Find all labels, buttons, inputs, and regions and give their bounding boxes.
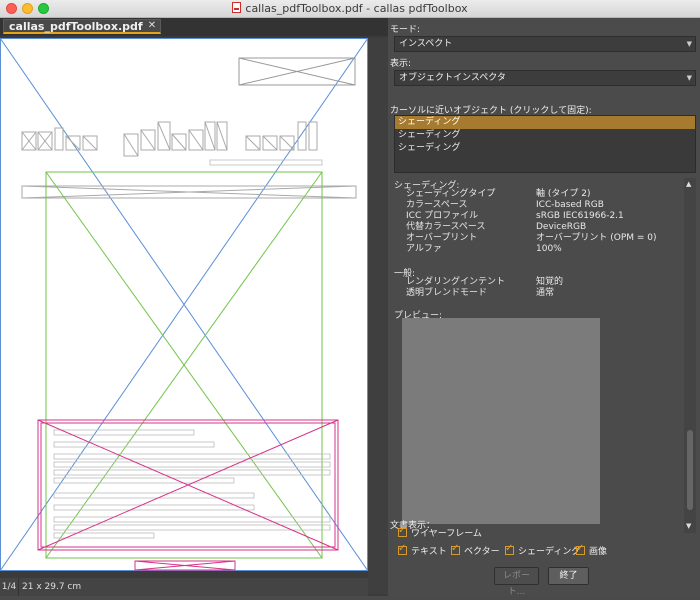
close-inspector-button[interactable]: 終了 [548, 567, 589, 585]
mode-select[interactable]: インスペクト ▼ [394, 36, 696, 52]
scrollbar-thumb[interactable] [687, 430, 693, 510]
shading-preview [402, 318, 600, 524]
property-row: シェーディングタイプ 軸 (タイプ 2) [394, 189, 684, 200]
property-row: カラースペース ICC-based RGB [394, 200, 684, 211]
property-value: ICC-based RGB [536, 200, 604, 210]
heading-glyphs [21, 121, 318, 157]
chevron-down-icon: ▼ [686, 40, 692, 48]
property-value: DeviceRGB [536, 222, 587, 232]
property-value: オーバープリント (OPM = 0) [536, 233, 657, 243]
page-indicator[interactable]: 1/4 [0, 578, 19, 596]
property-row: レンダリングインテント 知覚的 [394, 277, 684, 288]
property-row: 透明ブレンドモード 通常 [394, 288, 684, 299]
display-select-value: オブジェクトインスペクタ [399, 73, 506, 83]
report-button[interactable]: レポート... [494, 567, 539, 597]
magenta-shading-frame [37, 419, 339, 551]
property-key: ICC プロファイル [406, 211, 479, 221]
display-select[interactable]: オブジェクトインスペクタ ▼ [394, 70, 696, 86]
document-statusbar: 1/4 21 x 29.7 cm [0, 578, 368, 596]
vector-checkbox-label: ベクター [464, 547, 500, 557]
subheading-glyphs [21, 185, 357, 199]
document-vertical-scrollbar[interactable] [368, 38, 388, 594]
checkmark-icon [398, 525, 407, 537]
close-tab-icon[interactable]: ✕ [147, 21, 157, 31]
text-checkbox[interactable]: テキスト [398, 543, 447, 558]
property-value: 知覚的 [536, 277, 564, 287]
nearby-objects-list[interactable]: シェーディング シェーディング シェーディング [394, 115, 696, 173]
window-title: callas_pdfToolbox.pdf - callas pdfToolbo… [245, 2, 468, 15]
document-tab[interactable]: callas_pdfToolbox.pdf ✕ [3, 19, 161, 34]
property-key: 代替カラースペース [406, 222, 486, 232]
object-properties: シェーディング: シェーディングタイプ軸 (タイプ 2) カラースペース ICC-… [394, 178, 684, 533]
property-key: 透明ブレンドモード [406, 288, 488, 298]
property-value: 100% [536, 244, 562, 254]
list-item[interactable]: シェーディング [395, 142, 695, 155]
checkmark-icon [505, 543, 514, 555]
scroll-down-arrow-icon[interactable]: ▼ [686, 522, 691, 530]
pdf-file-icon [232, 2, 242, 13]
property-key: レンダリングインテント [406, 277, 506, 287]
list-item[interactable]: シェーディング [395, 129, 695, 142]
checkmark-icon [451, 543, 460, 555]
page-size-readout: 21 x 29.7 cm [22, 582, 82, 592]
checkmark-icon [576, 543, 585, 555]
footer-shading-glyphs [134, 560, 236, 571]
text-checkbox-label: テキスト [411, 547, 447, 557]
wireframe-checkbox[interactable]: ワイヤーフレーム [398, 525, 482, 540]
checkmark-icon [398, 543, 407, 555]
window-title-container: callas_pdfToolbox.pdf - callas pdfToolbo… [0, 1, 700, 16]
inspector-panel: モード: インスペクト ▼ 表示: オブジェクトインスペクタ ▼ カーソルに近い… [388, 18, 700, 597]
property-row: アルファ 100% [394, 244, 684, 255]
body-text-lines [53, 429, 331, 539]
window-titlebar: callas_pdfToolbox.pdf - callas pdfToolbo… [0, 0, 700, 18]
properties-scrollbar[interactable]: ▲ ▼ [684, 178, 696, 533]
wireframe-canvas [0, 38, 368, 571]
shading-checkbox-label: シェーディング [518, 547, 581, 557]
property-key: オーバープリント [406, 233, 478, 243]
logo-placeholder [238, 57, 356, 86]
chevron-down-icon: ▼ [686, 74, 692, 82]
mode-label: モード: [390, 25, 421, 35]
property-row: オーバープリント オーバープリント (OPM = 0) [394, 233, 684, 244]
green-image-frame [45, 171, 323, 559]
list-item[interactable]: シェーディング [395, 116, 695, 129]
wireframe-checkbox-label: ワイヤーフレーム [411, 529, 482, 539]
display-label: 表示: [390, 59, 412, 69]
property-row: ICC プロファイル sRGB IEC61966-2.1 [394, 211, 684, 222]
property-value: 軸 (タイプ 2) [536, 189, 591, 199]
property-key: アルファ [406, 244, 442, 254]
shading-checkbox[interactable]: シェーディング [505, 543, 581, 558]
document-area: callas_pdfToolbox.pdf ✕ 1/4 21 x 29.7 cm [0, 18, 388, 596]
property-value: 通常 [536, 288, 555, 298]
property-key: シェーディングタイプ [406, 189, 496, 199]
mode-select-value: インスペクト [399, 39, 453, 49]
image-checkbox[interactable]: 画像 [576, 543, 608, 558]
property-row: 代替カラースペース DeviceRGB [394, 222, 684, 233]
image-checkbox-label: 画像 [589, 547, 608, 557]
document-tab-label: callas_pdfToolbox.pdf [9, 20, 143, 33]
pdf-page-wireframe[interactable] [0, 38, 368, 571]
subtitle-glyphs [209, 159, 323, 166]
vector-checkbox[interactable]: ベクター [451, 543, 500, 558]
property-key: カラースペース [406, 200, 468, 210]
property-value: sRGB IEC61966-2.1 [536, 211, 624, 221]
document-tabbar: callas_pdfToolbox.pdf ✕ [0, 18, 388, 36]
scroll-up-arrow-icon[interactable]: ▲ [686, 180, 691, 188]
